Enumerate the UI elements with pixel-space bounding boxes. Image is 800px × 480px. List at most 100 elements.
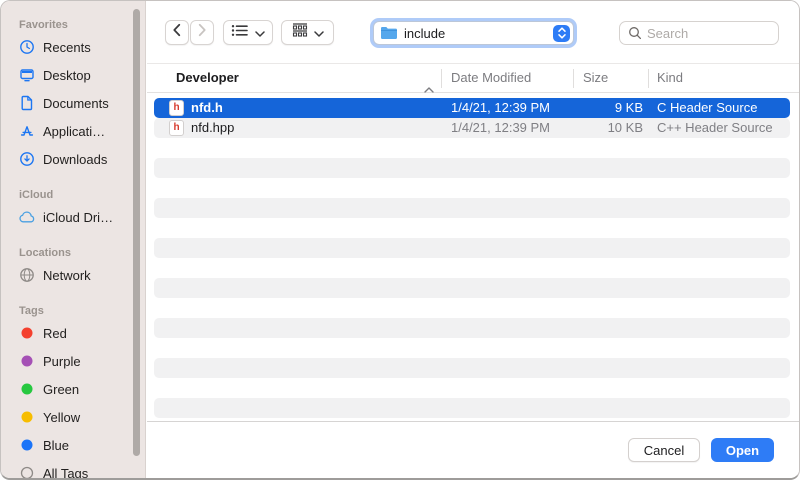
sidebar-item-all-tags[interactable]: All Tags [1,459,145,478]
download-circle-icon [18,150,36,168]
file-date: 1/4/21, 12:39 PM [451,118,550,138]
sidebar-item-label: Network [43,268,91,283]
file-size: 10 KB [574,118,643,138]
sidebar-sections: Favorites Recents Desktop Documents Applicat… [1,17,145,478]
column-header-date-modified[interactable]: Date Modified [451,64,531,92]
footer-divider [147,421,799,422]
list-view-icon [231,24,249,42]
file-date: 1/4/21, 12:39 PM [451,98,550,118]
empty-row [154,398,790,418]
column-header-kind[interactable]: Kind [657,64,683,92]
folder-icon [380,26,398,40]
sidebar-section-favorites: Favorites [1,17,145,33]
sidebar-scrollbar[interactable] [133,9,140,456]
clock-icon [18,38,36,56]
current-folder-label: include [404,26,553,41]
empty-row [154,198,790,218]
column-header-size[interactable]: Size [583,64,608,92]
sidebar-item-label: iCloud Dri… [43,210,113,225]
tag-dot-icon [18,436,36,454]
empty-row [154,238,790,258]
sidebar-item-label: Purple [43,354,81,369]
column-divider[interactable] [573,69,574,88]
sidebar-item-applicati[interactable]: Applicati… [1,117,145,145]
chevron-down-icon [314,24,324,42]
empty-row [154,298,790,318]
sidebar-item-label: Recents [43,40,91,55]
chevron-left-icon [172,23,182,42]
document-icon [18,94,36,112]
all-tags-circle-icon [18,464,36,478]
file-list: h nfd.h 1/4/21, 12:39 PM 9 KB C Header Sourc… [147,93,799,422]
file-kind: C Header Source [657,98,757,118]
sidebar-item-label: Documents [43,96,109,111]
file-size: 9 KB [574,98,643,118]
back-button[interactable] [165,20,189,45]
file-name: nfd.h [191,98,223,118]
tag-dot-icon [18,408,36,426]
sidebar-item-red[interactable]: Red [1,319,145,347]
empty-row [154,158,790,178]
globe-icon [18,266,36,284]
empty-row [154,318,790,338]
tag-dot-icon [18,352,36,370]
sidebar-item-label: Green [43,382,79,397]
column-header-developer[interactable]: Developer [176,64,239,92]
sidebar-section-locations: Locations [1,245,145,261]
sidebar-item-yellow[interactable]: Yellow [1,403,145,431]
forward-button[interactable] [190,20,214,45]
cancel-button[interactable]: Cancel [628,438,700,462]
appstore-icon [18,122,36,140]
file-kind: C++ Header Source [657,118,773,138]
column-header-row: Developer Date Modified Size Kind [147,63,799,93]
sidebar-item-icloud-dri[interactable]: iCloud Dri… [1,203,145,231]
sidebar-item-label: Desktop [43,68,91,83]
sidebar-item-label: Red [43,326,67,341]
empty-row [154,138,790,158]
sidebar-item-green[interactable]: Green [1,375,145,403]
column-divider[interactable] [441,69,442,88]
file-name: nfd.hpp [191,118,234,138]
cloud-icon [18,208,36,226]
search-input[interactable] [647,26,770,41]
empty-row [154,258,790,278]
open-button[interactable]: Open [711,438,774,462]
sidebar-item-recents[interactable]: Recents [1,33,145,61]
header-file-icon: h [169,100,184,116]
empty-row [154,338,790,358]
chevron-down-icon [255,24,265,42]
empty-row [154,378,790,398]
empty-row [154,218,790,238]
sidebar-item-label: Downloads [43,152,107,167]
sidebar-item-label: All Tags [43,466,88,479]
header-file-icon: h [169,120,184,136]
sidebar-item-blue[interactable]: Blue [1,431,145,459]
sidebar-item-label: Yellow [43,410,80,425]
open-file-dialog: Favorites Recents Desktop Documents Applicat… [0,0,800,480]
sidebar-item-documents[interactable]: Documents [1,89,145,117]
sidebar-section-tags: Tags [1,303,145,319]
list-view-button[interactable] [223,20,273,45]
file-row-nfd-h[interactable]: h nfd.h 1/4/21, 12:39 PM 9 KB C Header Sourc… [154,98,790,118]
sidebar-item-label: Blue [43,438,69,453]
sidebar-item-downloads[interactable]: Downloads [1,145,145,173]
popup-stepper-icon [553,25,570,42]
file-row-nfd-hpp[interactable]: h nfd.hpp 1/4/21, 12:39 PM 10 KB C++ Header … [154,118,790,138]
tag-dot-icon [18,324,36,342]
sidebar-item-desktop[interactable]: Desktop [1,61,145,89]
sidebar-section-icloud: iCloud [1,187,145,203]
sidebar-item-purple[interactable]: Purple [1,347,145,375]
grid-view-icon [292,23,308,42]
column-divider[interactable] [648,69,649,88]
content-area: include Developer Date Modified Size Kin… [147,1,799,478]
sidebar-item-network[interactable]: Network [1,261,145,289]
empty-row [154,358,790,378]
sidebar: Favorites Recents Desktop Documents Applicat… [1,1,146,478]
sidebar-item-label: Applicati… [43,124,105,139]
search-field[interactable] [619,21,779,45]
chevron-right-icon [197,23,207,42]
desktop-icon [18,66,36,84]
group-view-button[interactable] [281,20,334,45]
current-folder-popup[interactable]: include [373,21,574,45]
tag-dot-icon [18,380,36,398]
